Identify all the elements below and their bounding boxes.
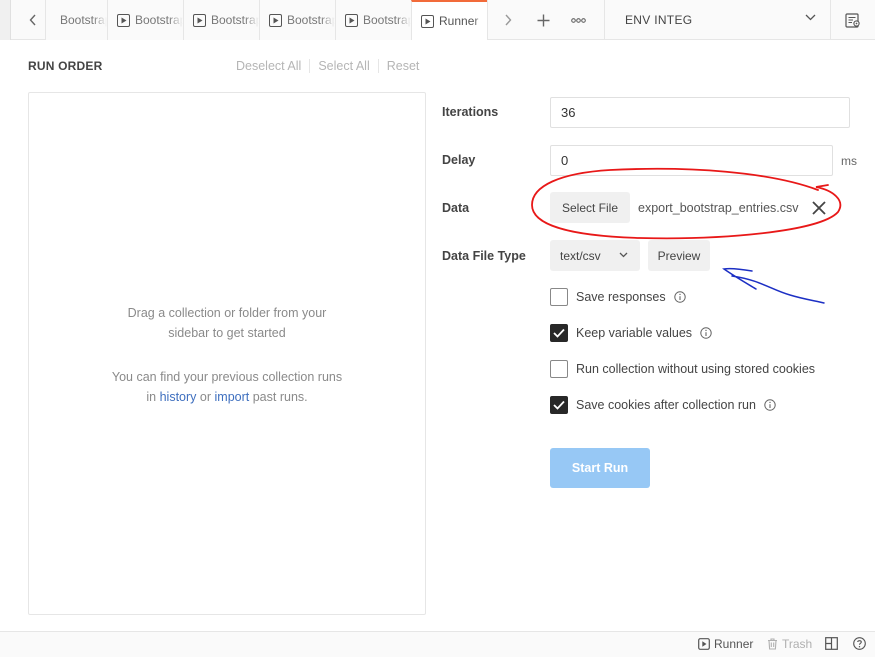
chevron-down-icon (619, 252, 628, 258)
runner-footer-label: Runner (714, 637, 754, 651)
iterations-label: Iterations (442, 105, 499, 119)
sidebar-edge (0, 0, 11, 40)
option-label: Save responses (576, 290, 666, 304)
play-icon (421, 14, 434, 28)
info-icon[interactable] (764, 399, 776, 411)
run-order-drop-zone[interactable]: Drag a collection or folder from your si… (28, 92, 426, 615)
data-file-type-value: text/csv (560, 248, 601, 263)
save-responses-checkbox[interactable] (550, 288, 568, 306)
history-message: You can find your previous collection ru… (29, 367, 425, 407)
play-icon (193, 13, 206, 27)
help-button[interactable] (853, 637, 870, 650)
select-file-button[interactable]: Select File (550, 192, 630, 223)
option-label: Keep variable values (576, 326, 693, 340)
environment-quick-look-button[interactable] (830, 0, 875, 40)
info-icon[interactable] (700, 327, 712, 339)
environment-selector[interactable]: ENV INTEG (604, 0, 830, 40)
chevron-down-icon (805, 14, 816, 21)
info-icon[interactable] (673, 291, 686, 303)
tab-scroll-left-button[interactable] (22, 0, 44, 40)
run-without-cookies-checkbox[interactable] (550, 360, 568, 378)
checkmark-icon (553, 328, 565, 338)
trash-icon (768, 638, 777, 650)
save-cookies-checkbox[interactable] (550, 396, 568, 414)
empty-state-message: Drag a collection or folder from your si… (29, 303, 425, 343)
delay-input[interactable]: 0 (550, 145, 833, 176)
runner-footer-button[interactable]: Runner (698, 637, 753, 651)
delay-label: Delay (442, 153, 476, 167)
history-line-2: in history or import past runs. (29, 387, 425, 407)
history-line-1: You can find your previous collection ru… (111, 370, 343, 384)
start-run-button[interactable]: Start Run (550, 448, 650, 488)
two-pane-view-button[interactable] (825, 637, 842, 650)
delay-unit: ms (841, 154, 857, 168)
empty-state-line-2: sidebar to get started (168, 326, 286, 340)
blue-annotation-arrow (722, 267, 825, 304)
iterations-input[interactable]: 36 (550, 97, 850, 128)
checkmark-icon (553, 400, 565, 410)
run-order-actions: Deselect All Select All Reset (236, 59, 427, 73)
reset-link[interactable]: Reset (377, 59, 428, 73)
tab-runner[interactable]: Runner (411, 0, 487, 40)
option-save-responses: Save responses (550, 288, 686, 306)
import-link[interactable]: import (215, 390, 250, 404)
trash-footer-label: Trash (782, 637, 813, 651)
preview-button[interactable]: Preview (648, 240, 710, 271)
layout-icon (825, 637, 838, 650)
option-keep-variable-values: Keep variable values (550, 324, 712, 342)
data-label: Data (442, 201, 470, 215)
run-order-title: RUN ORDER (28, 59, 103, 73)
tab-bootstrap-5[interactable]: Bootstrap (335, 0, 411, 40)
tab-bar: Bootstrap Bootstrap Bootstrap Bootstrap … (0, 0, 875, 40)
play-icon (345, 13, 358, 27)
trash-footer-button[interactable]: Trash (767, 637, 812, 651)
eye-document-icon (845, 12, 860, 28)
deselect-all-link[interactable]: Deselect All (236, 59, 309, 73)
option-save-cookies: Save cookies after collection run (550, 396, 776, 414)
close-icon[interactable] (811, 200, 827, 216)
option-run-without-cookies: Run collection without using stored cook… (550, 360, 815, 378)
plus-icon (537, 14, 549, 26)
select-all-link[interactable]: Select All (309, 59, 377, 73)
help-icon (853, 637, 866, 650)
environment-label: ENV INTEG (625, 13, 693, 27)
tab-bootstrap-2[interactable]: Bootstrap (107, 0, 183, 40)
history-mid-text: or (199, 390, 212, 404)
play-icon (698, 638, 710, 650)
tab-bootstrap-1[interactable]: Bootstrap (45, 0, 107, 40)
keep-variable-values-checkbox[interactable] (550, 324, 568, 342)
option-label: Run collection without using stored cook… (576, 362, 816, 376)
status-bar: Runner Trash (0, 631, 875, 657)
data-file-type-select[interactable]: text/csv (550, 240, 640, 271)
new-tab-button[interactable] (530, 0, 556, 40)
empty-state-line-1: Drag a collection or folder from your (127, 306, 327, 320)
option-label: Save cookies after collection run (576, 398, 756, 412)
history-suffix-text: past runs. (252, 390, 308, 404)
more-tabs-button[interactable] (563, 0, 593, 40)
tab-bootstrap-4[interactable]: Bootstrap (259, 0, 335, 40)
ellipsis-icon (570, 17, 586, 23)
history-link[interactable]: history (160, 390, 197, 404)
play-icon (269, 13, 282, 27)
play-icon (117, 13, 130, 27)
data-file-name: export_bootstrap_entries.csv (638, 201, 799, 215)
chevron-left-icon (29, 14, 36, 26)
tab-bootstrap-3[interactable]: Bootstrap (183, 0, 259, 40)
history-prefix-text: in (146, 390, 157, 404)
data-file-type-label: Data File Type (442, 249, 526, 263)
chevron-right-icon (504, 14, 511, 26)
tab-scroll-right-button[interactable] (487, 0, 527, 40)
